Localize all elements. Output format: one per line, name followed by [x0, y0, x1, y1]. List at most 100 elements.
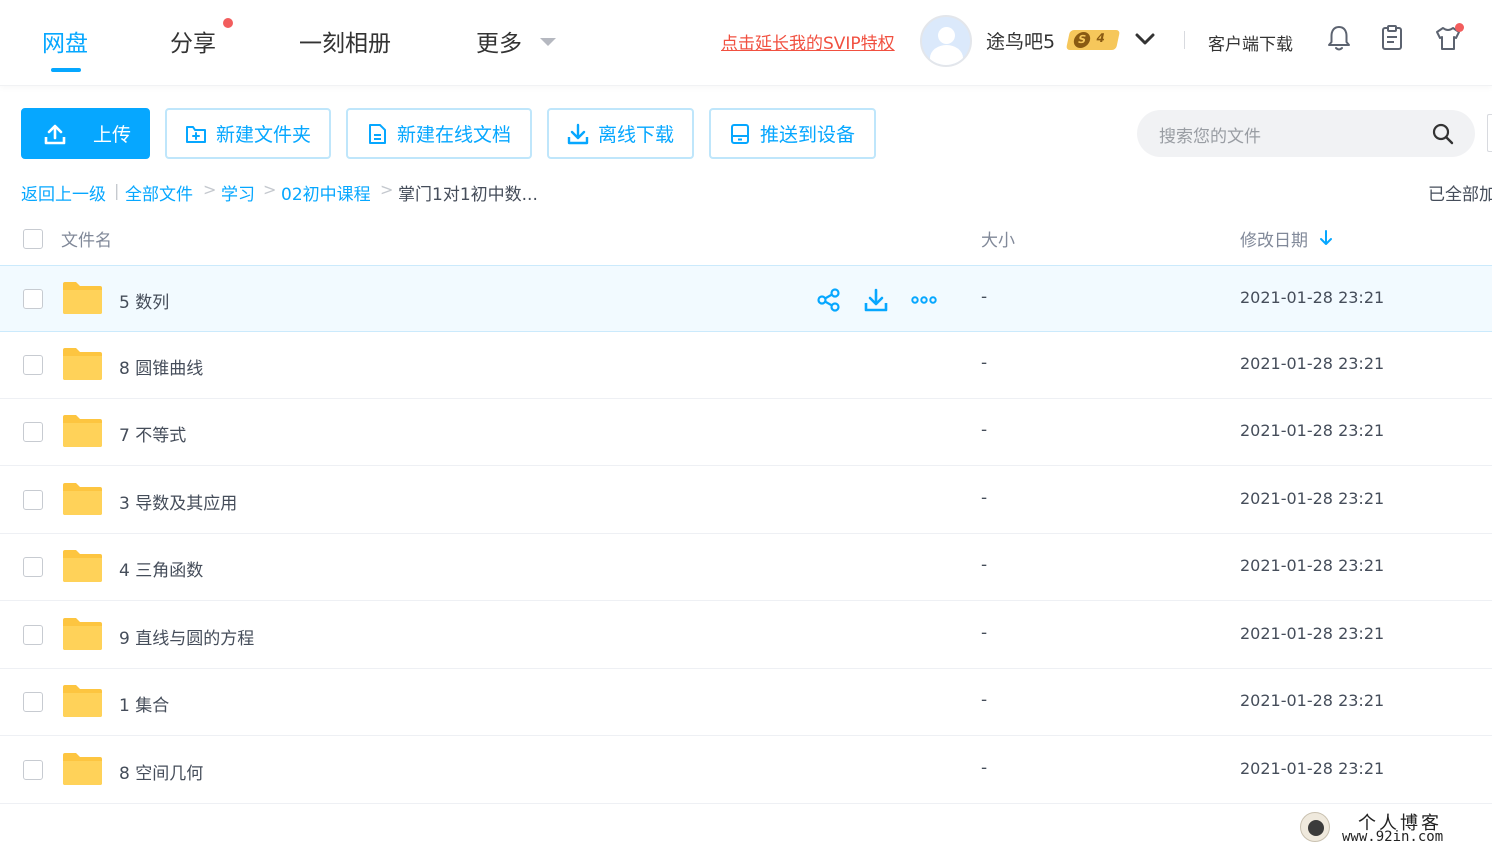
- file-size: -: [981, 287, 988, 307]
- table-row[interactable]: 3 导数及其应用 - 2021-01-28 23:21: [0, 467, 1492, 534]
- file-modified: 2021-01-28 23:21: [1240, 759, 1385, 778]
- download-icon[interactable]: [863, 287, 889, 313]
- file-name[interactable]: 8 圆锥曲线: [119, 354, 203, 379]
- table-row[interactable]: 7 不等式 - 2021-01-28 23:21: [0, 399, 1492, 466]
- active-tab-indicator: [51, 68, 81, 72]
- vip-letter: S: [1072, 32, 1092, 48]
- file-modified: 2021-01-28 23:21: [1240, 288, 1385, 307]
- sort-desc-icon[interactable]: [1319, 229, 1333, 247]
- table-row[interactable]: 8 圆锥曲线 - 2021-01-28 23:21: [0, 332, 1492, 399]
- table-row[interactable]: 8 空间几何 - 2021-01-28 23:21: [0, 737, 1492, 804]
- vip-level: 4: [1094, 31, 1107, 45]
- row-checkbox[interactable]: [23, 760, 43, 780]
- theme-notification-dot: [1455, 23, 1464, 32]
- file-name[interactable]: 5 数列: [119, 288, 169, 313]
- watermark-url: www.92in.com: [1342, 829, 1444, 845]
- row-checkbox[interactable]: [23, 625, 43, 645]
- username[interactable]: 途鸟吧5: [986, 27, 1055, 54]
- file-modified: 2021-01-28 23:21: [1240, 624, 1385, 643]
- column-name[interactable]: 文件名: [61, 226, 112, 251]
- file-size: -: [981, 690, 988, 710]
- caret-down-icon[interactable]: [540, 38, 556, 46]
- folder-plus-icon: [186, 125, 206, 143]
- column-size[interactable]: 大小: [981, 226, 1015, 251]
- upload-icon: [44, 124, 66, 144]
- new-folder-button[interactable]: 新建文件夹: [165, 108, 331, 159]
- file-modified: 2021-01-28 23:21: [1240, 489, 1385, 508]
- file-name[interactable]: 1 集合: [119, 691, 169, 716]
- file-size: -: [981, 488, 988, 508]
- file-modified: 2021-01-28 23:21: [1240, 354, 1385, 373]
- client-download-link[interactable]: 客户端下载: [1208, 30, 1293, 55]
- folder-icon: [63, 282, 102, 314]
- search-placeholder[interactable]: 搜索您的文件: [1159, 122, 1261, 147]
- push-to-device-label: 推送到设备: [760, 124, 856, 146]
- document-icon: [369, 123, 386, 144]
- row-checkbox[interactable]: [23, 557, 43, 577]
- share-icon[interactable]: [816, 287, 842, 313]
- chevron-down-icon[interactable]: [1135, 32, 1155, 46]
- avatar[interactable]: [920, 15, 972, 67]
- file-modified: 2021-01-28 23:21: [1240, 421, 1385, 440]
- file-name[interactable]: 7 不等式: [119, 421, 186, 446]
- tab-album[interactable]: 一刻相册: [299, 24, 391, 58]
- breadcrumb-all-files[interactable]: 全部文件: [125, 180, 193, 205]
- file-name[interactable]: 4 三角函数: [119, 556, 203, 581]
- loaded-status: 已全部加: [1428, 185, 1492, 205]
- breadcrumb-separator: >: [380, 180, 394, 199]
- search-icon[interactable]: [1431, 122, 1455, 146]
- folder-icon: [63, 348, 102, 380]
- clipboard-icon[interactable]: [1377, 23, 1407, 53]
- file-modified: 2021-01-28 23:21: [1240, 556, 1385, 575]
- file-size: -: [981, 758, 988, 778]
- breadcrumb-current: 掌门1对1初中数...: [398, 185, 538, 205]
- folder-icon: [63, 753, 102, 785]
- push-to-device-button[interactable]: 推送到设备: [709, 108, 876, 159]
- row-checkbox[interactable]: [23, 692, 43, 712]
- offline-download-label: 离线下载: [598, 124, 675, 146]
- svip-promo-link[interactable]: 点击延长我的SVIP特权: [721, 29, 895, 54]
- watermark: 个人博客 www.92in.com: [1300, 808, 1490, 848]
- download-icon: [567, 123, 589, 144]
- more-icon[interactable]: [911, 287, 937, 313]
- table-row[interactable]: 5 数列 - 2021-01-28 23:21: [0, 265, 1492, 332]
- tab-more[interactable]: 更多: [476, 24, 522, 58]
- breadcrumb-separator: >: [263, 180, 277, 199]
- table-row[interactable]: 1 集合 - 2021-01-28 23:21: [0, 669, 1492, 736]
- folder-icon: [63, 618, 102, 650]
- table-header: 文件名 大小 修改日期: [0, 216, 1492, 264]
- table-row[interactable]: 4 三角函数 - 2021-01-28 23:21: [0, 534, 1492, 601]
- row-checkbox[interactable]: [23, 490, 43, 510]
- file-size: -: [981, 353, 988, 373]
- divider: [1184, 31, 1185, 49]
- upload-button[interactable]: 上传: [21, 108, 150, 159]
- row-checkbox[interactable]: [23, 289, 43, 309]
- file-name[interactable]: 8 空间几何: [119, 759, 203, 784]
- new-doc-label: 新建在线文档: [397, 124, 512, 146]
- tab-netdisk[interactable]: 网盘: [42, 24, 88, 58]
- table-row[interactable]: 9 直线与圆的方程 - 2021-01-28 23:21: [0, 602, 1492, 669]
- folder-icon: [63, 483, 102, 515]
- folder-icon: [63, 415, 102, 447]
- top-nav: 网盘 分享 一刻相册 更多 点击延长我的SVIP特权 途鸟吧5 S 4 客户端下…: [0, 0, 1492, 86]
- folder-icon: [63, 685, 102, 717]
- side-panel-toggle[interactable]: [1487, 114, 1492, 152]
- breadcrumb-back[interactable]: 返回上一级: [21, 180, 106, 205]
- breadcrumb-middle-school[interactable]: 02初中课程: [281, 180, 371, 205]
- offline-download-button[interactable]: 离线下载: [547, 108, 694, 159]
- search-box[interactable]: 搜索您的文件: [1137, 110, 1475, 157]
- vip-badge: S 4: [1065, 30, 1121, 50]
- upload-label: 上传: [93, 124, 132, 146]
- file-name[interactable]: 9 直线与圆的方程: [119, 624, 254, 649]
- column-modified[interactable]: 修改日期: [1240, 226, 1308, 251]
- tab-share[interactable]: 分享: [170, 24, 216, 58]
- bell-icon[interactable]: [1324, 23, 1354, 53]
- breadcrumb-study[interactable]: 学习: [221, 180, 255, 205]
- row-checkbox[interactable]: [23, 355, 43, 375]
- select-all-checkbox[interactable]: [23, 229, 43, 249]
- file-name[interactable]: 3 导数及其应用: [119, 489, 237, 514]
- new-doc-button[interactable]: 新建在线文档: [346, 108, 532, 159]
- new-folder-label: 新建文件夹: [216, 124, 312, 146]
- row-checkbox[interactable]: [23, 422, 43, 442]
- share-notification-dot: [223, 18, 233, 28]
